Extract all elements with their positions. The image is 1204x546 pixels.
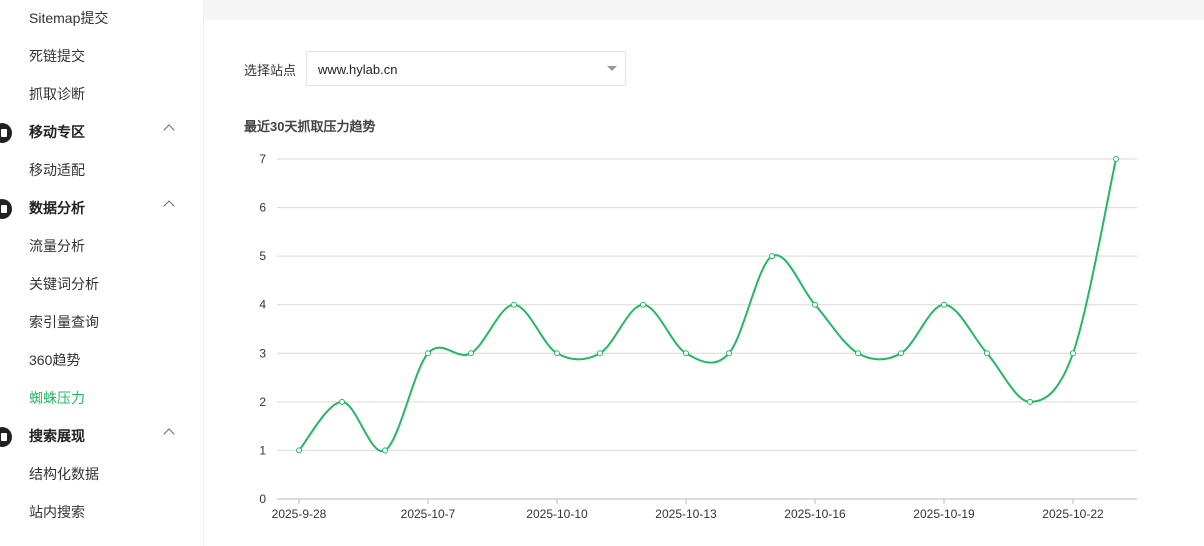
y-tick-label: 1: [259, 443, 266, 457]
x-tick-label: 2025-10-22: [1042, 507, 1104, 521]
data-point: [812, 301, 818, 308]
data-point: [1070, 350, 1076, 357]
y-tick-label: 3: [259, 346, 266, 360]
y-tick-label: 7: [259, 152, 266, 166]
x-tick-label: 2025-10-7: [401, 507, 456, 521]
data-point: [683, 350, 689, 357]
crawl-pressure-chart: 0 1 2 3 4 5 6 7 2025-9-28 2025-10-7 2025-10-10 2025…: [259, 152, 1137, 521]
y-tick-label: 2: [259, 395, 266, 409]
y-tick-label: 0: [259, 492, 266, 506]
data-point: [769, 253, 775, 260]
x-tick-label: 2025-9-28: [272, 507, 327, 521]
data-point: [511, 301, 517, 308]
data-point: [1027, 398, 1033, 405]
y-tick-label: 6: [259, 201, 266, 215]
x-tick-label: 2025-10-19: [913, 507, 975, 521]
data-point: [554, 350, 560, 357]
x-tick-label: 2025-10-13: [655, 507, 717, 521]
x-tick-label: 2025-10-16: [784, 507, 846, 521]
y-tick-label: 5: [259, 249, 266, 263]
y-tick-label: 4: [259, 298, 266, 312]
data-point: [597, 350, 603, 357]
x-tick-label: 2025-10-10: [526, 507, 588, 521]
data-point: [468, 350, 474, 357]
data-point: [1113, 156, 1119, 162]
data-point: [425, 350, 431, 357]
data-point: [855, 350, 861, 357]
data-point: [941, 301, 947, 308]
data-point: [984, 350, 990, 357]
data-point: [339, 398, 345, 405]
data-point: [726, 350, 732, 357]
data-point: [382, 447, 388, 454]
data-point: [898, 350, 904, 357]
data-point: [296, 447, 302, 454]
data-point: [640, 301, 646, 308]
